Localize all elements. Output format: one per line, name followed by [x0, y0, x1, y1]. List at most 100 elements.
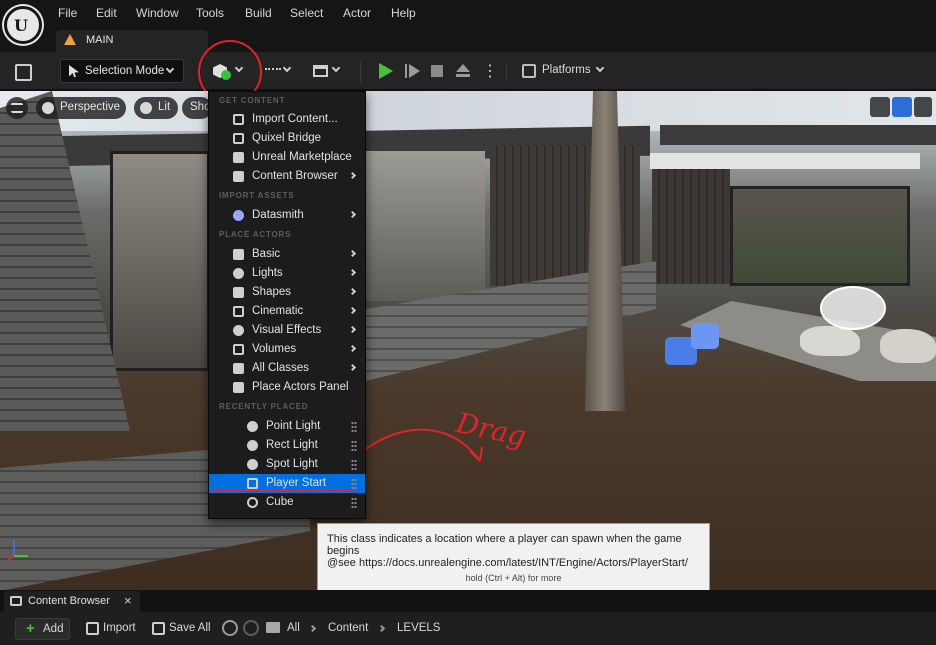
menu-item-label: Unreal Marketplace — [252, 151, 352, 163]
menu-window[interactable]: Window — [136, 6, 179, 20]
platforms-icon — [522, 64, 536, 78]
menu-item-unreal-marketplace[interactable]: Unreal Marketplace — [209, 148, 365, 167]
menu-item-point-light[interactable]: Point Light — [209, 417, 365, 436]
breadcrumb-all[interactable]: All — [287, 622, 300, 634]
tooltip-description: This class indicates a location where a … — [327, 533, 682, 557]
menu-item-spot-light[interactable]: Spot Light — [209, 455, 365, 474]
platforms-dropdown[interactable]: Platforms — [518, 59, 610, 83]
drag-handle-icon[interactable] — [351, 478, 357, 489]
chevron-right-icon — [377, 624, 386, 633]
lit-sphere-icon — [140, 102, 152, 114]
menu-item-content-browser[interactable]: Content Browser — [209, 167, 365, 186]
chevron-right-icon — [348, 344, 357, 353]
content-browser-tab[interactable]: Content Browser × — [4, 591, 140, 612]
level-tab-main[interactable]: MAIN — [56, 30, 208, 52]
menu-item-label: Place Actors Panel — [252, 381, 349, 393]
menu-help[interactable]: Help — [391, 6, 416, 20]
menu-item-all-classes[interactable]: All Classes — [209, 359, 365, 378]
menu-build[interactable]: Build — [245, 6, 272, 20]
select-mode-icon[interactable] — [870, 97, 890, 117]
player-start-icon — [247, 478, 258, 489]
menu-item-quixel-bridge[interactable]: Quixel Bridge — [209, 129, 365, 148]
menu-select[interactable]: Select — [290, 6, 323, 20]
content-browser-tab-label: Content Browser — [28, 595, 110, 607]
import-label: Import — [103, 622, 136, 634]
sky-light-icon — [820, 286, 886, 330]
more-options-icon[interactable] — [476, 59, 498, 83]
folder-icon — [266, 622, 280, 633]
import-button[interactable]: Import — [86, 618, 142, 640]
menu-file[interactable]: File — [58, 6, 77, 20]
marketplace-icon — [233, 152, 244, 163]
title-bar: U File Edit Window Tools Build Select Ac… — [0, 0, 936, 52]
translate-icon[interactable] — [892, 97, 912, 117]
drag-handle-icon[interactable] — [351, 421, 357, 432]
player-start-actor[interactable] — [665, 323, 721, 379]
play-icon[interactable] — [372, 59, 398, 83]
menu-item-label: Basic — [252, 248, 281, 260]
section-get-content: GET CONTENT — [219, 96, 286, 105]
blueprint-mode-button[interactable] — [262, 59, 298, 83]
nodes-icon — [265, 68, 281, 74]
garden-rock — [880, 329, 936, 363]
axis-gizmo-icon — [8, 540, 28, 560]
menu-item-label: Cube — [266, 496, 294, 508]
volume-icon — [233, 344, 244, 355]
menu-item-visual-effects[interactable]: Visual Effects — [209, 321, 365, 340]
hamburger-icon — [11, 103, 23, 113]
camera-icon — [233, 306, 244, 317]
menu-item-label: Visual Effects — [252, 324, 322, 336]
advance-frame-icon[interactable] — [400, 59, 424, 83]
back-icon[interactable] — [222, 620, 238, 636]
selection-mode-dropdown[interactable]: Selection Mode — [60, 59, 184, 83]
roof-trim — [650, 153, 920, 169]
menu-item-import-content[interactable]: Import Content... — [209, 110, 365, 129]
menu-item-cinematic[interactable]: Cinematic — [209, 302, 365, 321]
roof-right — [660, 125, 936, 145]
drag-handle-icon[interactable] — [351, 459, 357, 470]
light-bulb-icon — [233, 268, 244, 279]
menu-item-place-actors-panel[interactable]: Place Actors Panel — [209, 378, 365, 397]
close-icon[interactable]: × — [124, 593, 132, 608]
chevron-down-icon — [331, 63, 341, 73]
save-icon[interactable] — [10, 59, 34, 83]
folder-icon — [233, 171, 244, 182]
forward-icon[interactable] — [243, 620, 259, 636]
drag-handle-icon[interactable] — [351, 440, 357, 451]
menu-item-label: Cinematic — [252, 305, 304, 317]
spot-light-icon — [247, 459, 258, 470]
menu-edit[interactable]: Edit — [96, 6, 117, 20]
unreal-logo[interactable]: U — [4, 6, 42, 44]
menu-item-volumes[interactable]: Volumes — [209, 340, 365, 359]
shapes-icon — [233, 287, 244, 298]
stop-icon[interactable] — [425, 59, 449, 83]
menu-item-label: Content Browser — [252, 170, 338, 182]
chevron-right-icon — [348, 306, 357, 315]
menu-item-label: Quixel Bridge — [252, 132, 322, 144]
view-mode-button[interactable]: Lit — [134, 97, 178, 119]
perspective-button[interactable]: Perspective — [36, 97, 126, 119]
viewport-menu-button[interactable] — [6, 97, 28, 119]
house-window-center — [365, 151, 485, 301]
breadcrumb-levels[interactable]: LEVELS — [397, 622, 440, 634]
menu-item-label: Rect Light — [266, 439, 318, 451]
level-viewport[interactable]: Perspective Lit Sho Drag — [0, 91, 936, 590]
menu-tools[interactable]: Tools — [196, 6, 224, 20]
chevron-right-icon — [348, 249, 357, 258]
drag-annotation-arrow — [337, 428, 483, 478]
menu-item-basic[interactable]: Basic — [209, 245, 365, 264]
cinematics-button[interactable] — [310, 59, 344, 83]
menu-item-shapes[interactable]: Shapes — [209, 283, 365, 302]
section-import-assets: IMPORT ASSETS — [219, 191, 295, 200]
menu-item-lights[interactable]: Lights — [209, 264, 365, 283]
menu-item-cube[interactable]: Cube — [209, 493, 365, 512]
rotate-icon[interactable] — [914, 97, 932, 117]
breadcrumb-content[interactable]: Content — [328, 622, 368, 634]
save-all-button[interactable]: Save All — [152, 618, 214, 640]
eject-icon[interactable] — [451, 59, 475, 83]
drag-handle-icon[interactable] — [351, 497, 357, 508]
menu-item-rect-light[interactable]: Rect Light — [209, 436, 365, 455]
menu-actor[interactable]: Actor — [343, 6, 371, 20]
menu-item-datasmith[interactable]: Datasmith — [209, 206, 365, 225]
add-button[interactable]: + Add — [15, 618, 70, 640]
